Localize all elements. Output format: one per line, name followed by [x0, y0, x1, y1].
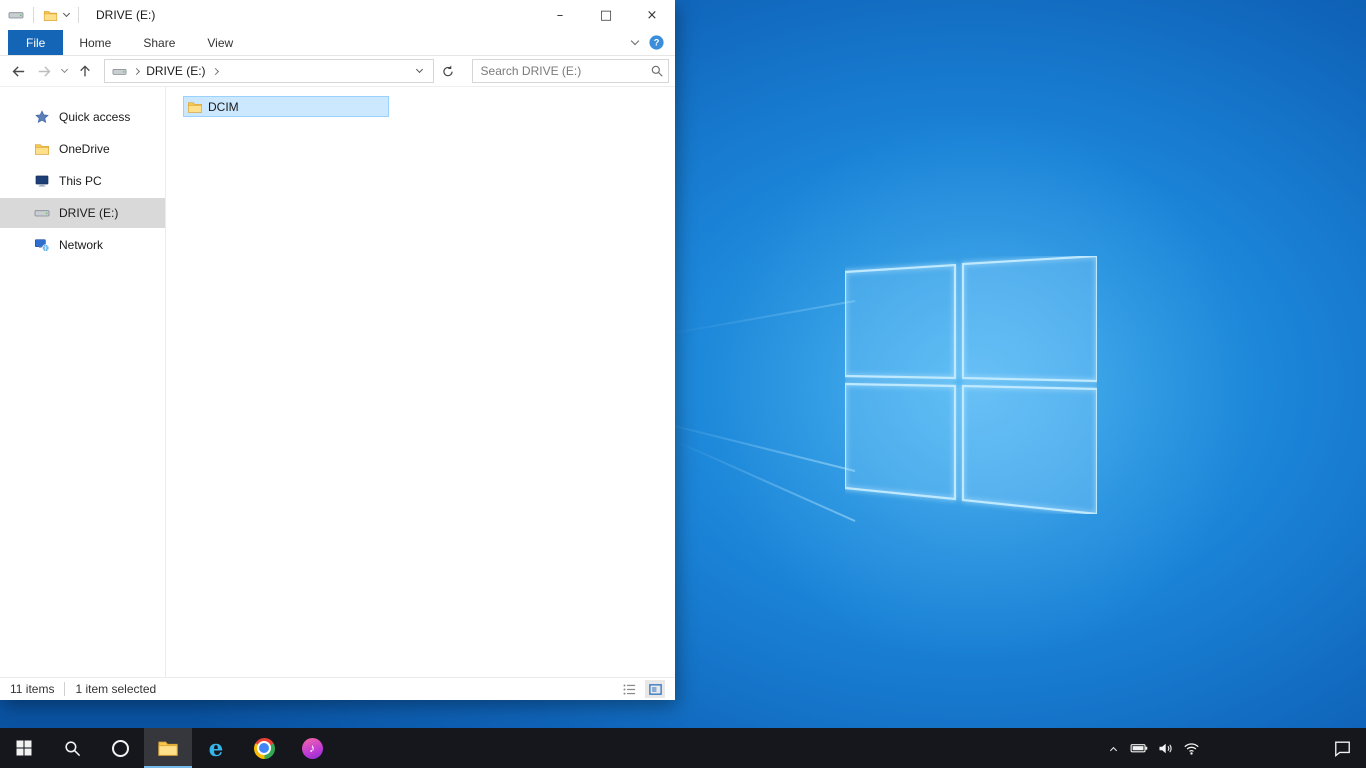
window-title: DRIVE (E:)	[96, 8, 156, 22]
status-bar: 11 items 1 item selected	[0, 677, 675, 700]
sidebar-item-quick-access[interactable]: Quick access	[0, 102, 165, 132]
back-button[interactable]	[6, 58, 32, 84]
navigation-pane: Quick access OneDrive This PC DRIVE (E:)…	[0, 87, 166, 677]
folder-icon	[187, 99, 203, 115]
explorer-main: Quick access OneDrive This PC DRIVE (E:)…	[0, 87, 675, 677]
chevron-down-icon[interactable]	[62, 9, 71, 18]
ribbon-right-controls	[630, 30, 675, 55]
folder-icon[interactable]	[43, 8, 58, 23]
windows-logo-icon	[15, 739, 33, 757]
file-explorer-icon	[157, 737, 179, 759]
search-icon[interactable]	[650, 64, 664, 78]
show-hidden-icons-button[interactable]	[1100, 728, 1126, 768]
taskbar-file-explorer-button[interactable]	[144, 728, 192, 768]
file-item-label: DCIM	[208, 99, 239, 114]
sidebar-item-label: This PC	[59, 174, 102, 188]
search-box[interactable]	[471, 59, 669, 83]
tab-file[interactable]: File	[8, 30, 64, 55]
window-controls: – □ ×	[537, 0, 675, 30]
divider	[64, 682, 66, 696]
drive-icon	[34, 205, 50, 221]
itunes-icon: ♪	[301, 737, 323, 759]
taskbar: e ♪	[0, 728, 1366, 768]
breadcrumb[interactable]: DRIVE (E:)	[109, 64, 409, 79]
address-bar[interactable]: DRIVE (E:)	[104, 59, 434, 83]
view-toggles	[619, 680, 665, 698]
items-count: 11 items	[10, 682, 55, 696]
forward-button[interactable]	[32, 58, 58, 84]
drive-icon	[112, 64, 127, 79]
chevron-right-icon[interactable]	[211, 67, 219, 75]
ribbon-tab-bar: File Home Share View	[0, 30, 675, 56]
maximize-button[interactable]: □	[583, 0, 629, 30]
help-icon[interactable]	[648, 34, 665, 51]
up-button[interactable]	[73, 58, 99, 84]
selection-count: 1 item selected	[75, 682, 157, 696]
start-button[interactable]	[0, 728, 48, 768]
close-button[interactable]: ×	[629, 0, 675, 30]
minimize-button[interactable]: –	[537, 0, 583, 30]
sidebar-item-this-pc[interactable]: This PC	[0, 166, 165, 196]
breadcrumb-segment[interactable]: DRIVE (E:)	[146, 64, 205, 78]
chevron-right-icon[interactable]	[133, 67, 141, 75]
divider	[33, 7, 34, 23]
sidebar-item-label: Quick access	[59, 110, 131, 124]
volume-tray-button[interactable]	[1152, 728, 1178, 768]
speaker-icon	[1157, 740, 1174, 757]
star-icon	[34, 109, 50, 125]
drive-icon	[8, 7, 24, 23]
taskbar-search-button[interactable]	[48, 728, 96, 768]
search-input[interactable]	[480, 64, 650, 78]
taskbar-chrome-button[interactable]	[240, 728, 288, 768]
refresh-button[interactable]	[436, 59, 460, 83]
tab-view[interactable]: View	[191, 30, 249, 55]
action-center-button[interactable]	[1322, 728, 1362, 768]
title-bar: DRIVE (E:) – □ ×	[0, 0, 675, 30]
file-item-dcim[interactable]: DCIM	[183, 96, 389, 117]
expand-ribbon-icon[interactable]	[630, 36, 640, 46]
sidebar-item-drive-e[interactable]: DRIVE (E:)	[0, 198, 165, 228]
search-icon	[63, 739, 82, 758]
windows-logo-wallpaper	[845, 256, 1097, 514]
taskbar-internet-explorer-button[interactable]: e	[192, 728, 240, 768]
taskbar-itunes-button[interactable]: ♪	[288, 728, 336, 768]
pc-icon	[34, 173, 50, 189]
file-explorer-window: DRIVE (E:) – □ × File Home Share View DR…	[0, 0, 675, 700]
internet-explorer-icon: e	[208, 734, 224, 762]
battery-tray-button[interactable]	[1126, 728, 1152, 768]
large-icons-view-button[interactable]	[645, 680, 665, 698]
divider	[78, 7, 79, 23]
cortana-icon	[111, 739, 129, 757]
action-center-icon	[1333, 739, 1352, 758]
sidebar-item-label: Network	[59, 238, 104, 252]
network-icon	[34, 237, 50, 253]
sidebar-item-label: OneDrive	[59, 142, 110, 156]
file-list-pane[interactable]: DCIM	[166, 87, 675, 677]
wifi-tray-button[interactable]	[1178, 728, 1204, 768]
sidebar-item-onedrive[interactable]: OneDrive	[0, 134, 165, 164]
details-view-button[interactable]	[619, 680, 639, 698]
sidebar-item-network[interactable]: Network	[0, 230, 165, 260]
navigation-bar: DRIVE (E:)	[0, 56, 675, 87]
address-dropdown-button[interactable]	[409, 60, 429, 82]
chevron-up-icon	[1109, 746, 1117, 754]
taskbar-cortana-button[interactable]	[96, 728, 144, 768]
tab-share[interactable]: Share	[127, 30, 191, 55]
folder-icon	[34, 141, 50, 157]
chrome-icon	[253, 737, 275, 759]
battery-icon	[1130, 739, 1148, 757]
recent-locations-chevron[interactable]	[57, 58, 73, 84]
quick-access-toolbar	[8, 7, 82, 23]
tab-home[interactable]: Home	[63, 30, 127, 55]
system-tray	[1100, 728, 1366, 768]
wifi-icon	[1183, 740, 1200, 757]
sidebar-item-label: DRIVE (E:)	[59, 206, 119, 220]
